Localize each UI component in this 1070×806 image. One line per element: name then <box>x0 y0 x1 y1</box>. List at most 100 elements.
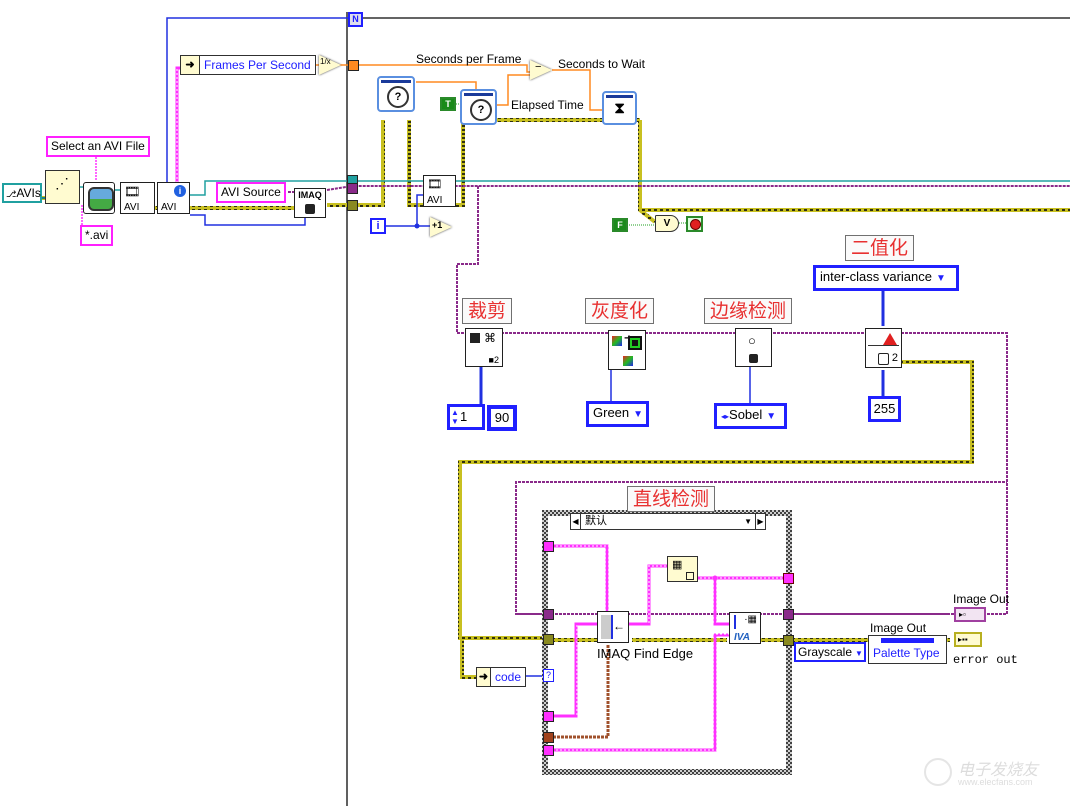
avi-read-node[interactable]: 🎞 AVI <box>423 175 456 207</box>
ring-icon: ◂▸ <box>721 412 730 421</box>
crop-param-min[interactable]: ▲ ▼ 1 <box>447 404 485 430</box>
case-selector-terminal: ? <box>543 669 554 682</box>
crop-node[interactable]: ⌘ ■2 <box>465 328 503 367</box>
case-tunnel-error <box>543 634 554 645</box>
subtract-glyph: − <box>535 61 542 73</box>
subtract-node[interactable]: − <box>530 60 552 80</box>
increment-node[interactable]: +1 <box>430 217 452 237</box>
image-out-label: Image Out <box>953 592 1010 606</box>
threshold-value[interactable]: 255 <box>868 396 901 422</box>
stopwatch-icon: ? <box>387 86 409 108</box>
info-icon: i <box>174 185 186 197</box>
property-header-bar <box>881 638 934 643</box>
film-folder-icon: 🎞 <box>124 184 141 199</box>
file-dialog-node[interactable] <box>83 182 115 214</box>
build-path-icon: ⋰ <box>55 175 69 191</box>
threshold-method-select[interactable]: inter-class variance ▼ <box>813 265 959 291</box>
iva-overlay-node[interactable]: ·▦ IVA <box>729 612 761 644</box>
watermark: 电子发烧友 www.elecfans.com <box>920 752 1070 792</box>
green-plane-icon <box>628 336 642 350</box>
lookup-icon <box>878 353 889 365</box>
next-case-icon[interactable]: ▶ <box>755 514 765 529</box>
seconds-to-wait-label: Seconds to Wait <box>558 57 645 71</box>
color-plane-select[interactable]: Green ▼ <box>586 401 649 427</box>
imaq-create-node[interactable]: IMAQ <box>294 188 326 218</box>
case-tunnel-image-c <box>543 745 554 756</box>
palette-select[interactable]: Grayscale ▼ <box>794 642 866 662</box>
file-pattern[interactable]: *.avi <box>80 225 114 246</box>
loop-count-wire <box>166 17 348 195</box>
prev-case-icon[interactable]: ◀ <box>571 514 581 529</box>
image-out-indicator[interactable]: ▸▫ <box>954 607 986 622</box>
edge-method-select[interactable]: ◂▸Sobel ▼ <box>714 403 787 429</box>
avi-open-node[interactable]: 🎞 AVI <box>120 182 155 214</box>
stop-icon <box>690 219 701 230</box>
crop-index: ■2 <box>488 355 499 365</box>
avi-open-label: AVI <box>124 202 140 213</box>
find-edge-label: IMAQ Find Edge <box>597 646 694 661</box>
wait-node[interactable]: ⧗ <box>602 91 637 125</box>
find-edge-node[interactable]: ← <box>597 611 629 643</box>
stepper-icon[interactable]: ▲ ▼ <box>451 408 459 426</box>
wire-layer <box>40 12 1070 806</box>
threshold-index: 2 <box>891 352 898 364</box>
select-file-prompt[interactable]: Select an AVI File <box>46 136 150 157</box>
case-tunnel-imaq-ref <box>543 609 554 620</box>
error-tunnel <box>347 200 358 211</box>
avi-source-label[interactable]: AVI Source <box>216 182 286 203</box>
property-arrow-icon: ➜ <box>477 668 491 686</box>
dropdown-icon: ▼ <box>936 273 946 284</box>
color-plane-icon <box>612 336 622 346</box>
seconds-per-frame-label: Seconds per Frame <box>416 52 522 66</box>
watermark-url: www.elecfans.com <box>958 777 1033 787</box>
crop-param-max[interactable]: 90 <box>487 405 517 431</box>
build-path-node[interactable]: ⋰ <box>45 170 80 204</box>
palette-type-property: Palette Type <box>873 646 940 660</box>
avi-info-label: AVI <box>161 202 177 213</box>
threshold-node[interactable]: 2 <box>865 328 902 368</box>
picture-icon <box>88 187 114 211</box>
dropdown-icon: ▼ <box>855 649 863 658</box>
elapsed-time-node[interactable]: ? <box>460 89 497 125</box>
increment-glyph: +1 <box>432 220 443 230</box>
imaq-label: IMAQ <box>298 190 322 200</box>
stop-terminal[interactable] <box>686 216 703 232</box>
build-array-node[interactable]: ▦ <box>667 556 698 582</box>
case-tunnel-image-b <box>543 711 554 722</box>
reciprocal-node[interactable]: 1/x <box>319 55 341 75</box>
avi-info-node[interactable]: i AVI <box>157 182 190 214</box>
crop-icon <box>470 333 480 343</box>
or-node[interactable]: V <box>655 215 679 232</box>
case-dropdown-icon[interactable]: ▼ <box>744 514 752 529</box>
extract-plane-node[interactable]: ➔ <box>608 330 646 370</box>
step-label-crop: 裁剪 <box>462 298 513 324</box>
avis-constant[interactable]: ⎇AVIs <box>2 183 42 203</box>
avi-read-label: AVI <box>427 195 443 206</box>
true-constant[interactable]: T <box>440 97 456 111</box>
iteration-terminal: i <box>370 218 386 234</box>
frames-per-second-property[interactable]: ➜ Frames Per Second <box>180 55 316 75</box>
image-out-property-node[interactable]: Palette Type <box>868 635 947 664</box>
code-property[interactable]: ➜ code <box>476 667 526 687</box>
false-constant[interactable]: F <box>612 218 628 232</box>
imaq-create-icon <box>305 204 315 214</box>
tick-count-node-1[interactable]: ? <box>377 76 415 112</box>
loop-count-terminal: N <box>348 12 363 27</box>
array-icon: ▦ <box>672 559 683 571</box>
step-label-edge-detect: 边缘检测 <box>704 298 793 324</box>
error-out-indicator[interactable]: ▸▪▪ <box>954 632 982 647</box>
iva-label: IVA <box>734 632 750 643</box>
find-edge-icon <box>601 615 613 639</box>
filter-icon <box>749 354 758 363</box>
case-tunnel-image-a <box>543 541 554 552</box>
fps-tunnel <box>348 60 359 71</box>
edge-detect-node[interactable]: ○ <box>735 328 772 367</box>
edge-overlay-icon <box>734 615 739 629</box>
hourglass-icon: ⧗ <box>614 100 626 117</box>
crop-tool-icon: ⌘ <box>484 331 496 345</box>
grid-icon: ·▦ <box>744 614 757 625</box>
case-selector[interactable]: ◀ 默认 ▼ ▶ <box>570 513 766 530</box>
path-icon: ⎇ <box>6 189 17 199</box>
property-arrow-icon: ➜ <box>181 56 200 74</box>
watermark-logo-icon <box>924 758 952 786</box>
